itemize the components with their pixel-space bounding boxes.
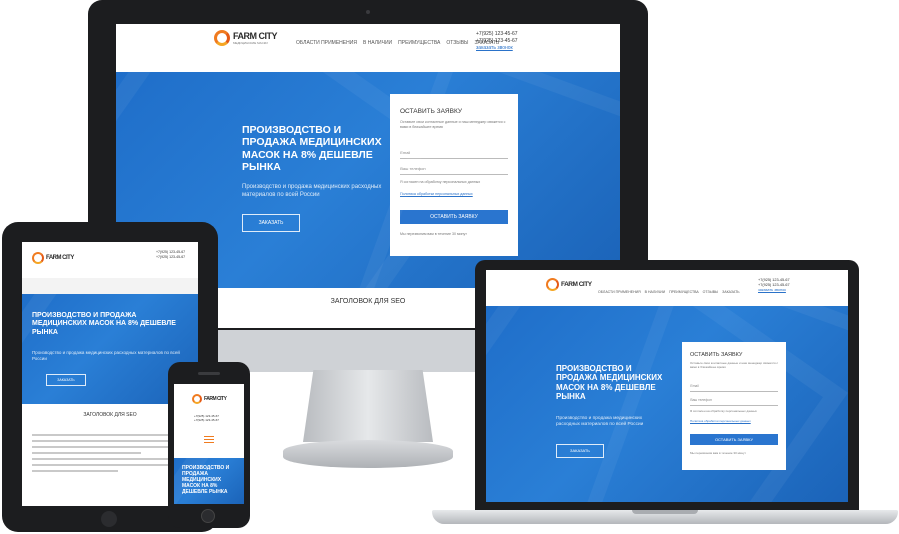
laptop-form-title: ОСТАВИТЬ ЗАЯВКУ bbox=[690, 352, 743, 358]
monitor-stand-neck bbox=[303, 370, 433, 442]
tablet-phones: +7(925) 123-45-67 +7(925) 123-45-67 bbox=[156, 250, 185, 259]
tablet-hero-subtitle: Производство и продажа медицинских расхо… bbox=[32, 350, 180, 361]
callback-link[interactable]: заказать звонок bbox=[476, 45, 518, 52]
laptop-nav-order[interactable]: ЗАКАЗАТЬ bbox=[722, 290, 739, 294]
policy-link[interactable]: Политика обработки персональных данных bbox=[400, 192, 508, 197]
tablet-hero-title: ПРОИЗВОДСТВО И ПРОДАЖА МЕДИЦИНСКИХ МАСОК… bbox=[32, 312, 176, 336]
phone-phone-2[interactable]: +7(925) 123-45-67 bbox=[194, 418, 219, 422]
phone-hero: ПРОИЗВОДСТВО И ПРОДАЖА МЕДИЦИНСКИХ МАСОК… bbox=[174, 458, 244, 504]
laptop-request-form: ОСТАВИТЬ ЗАЯВКУ Оставьте свои контактные… bbox=[682, 342, 786, 470]
phone-logo-text: FARM CITY bbox=[204, 396, 227, 402]
nav-item-reviews[interactable]: ОТЗЫВЫ bbox=[446, 40, 468, 46]
tablet-logo-text: FARM CITY bbox=[46, 255, 74, 261]
phone-phones: +7(925) 123-45-67 +7(925) 123-45-67 bbox=[194, 414, 219, 422]
tablet-logo-icon bbox=[32, 252, 44, 264]
tablet-hero-button[interactable]: ЗАКАЗАТЬ bbox=[46, 374, 86, 386]
logo-subtitle: МЕДИЦИНСКИЕ МАСКИ bbox=[233, 41, 268, 45]
phone-logo-icon bbox=[192, 394, 202, 404]
tablet-phone-2[interactable]: +7(925) 123-45-67 bbox=[156, 255, 185, 260]
tablet-text-block bbox=[32, 434, 188, 476]
hero-subtitle: Производство и продажа медицинских расхо… bbox=[242, 184, 382, 198]
tablet-header: FARM CITY +7(925) 123-45-67 +7(925) 123-… bbox=[22, 242, 198, 278]
laptop-form-intro: Оставьте свои контактные данные и наш ме… bbox=[690, 361, 779, 369]
tablet-nav-bar bbox=[22, 278, 198, 294]
laptop-form-submit-button[interactable]: ОСТАВИТЬ ЗАЯВКУ bbox=[690, 434, 778, 445]
hero-title: ПРОИЗВОДСТВО И ПРОДАЖА МЕДИЦИНСКИХ МАСОК… bbox=[242, 124, 382, 174]
laptop-form-note: Мы перезвоним вам в течение 30 минут bbox=[690, 451, 746, 455]
form-note: Мы перезвоним вам в течение 30 минут bbox=[400, 232, 467, 236]
logo[interactable]: FARM CITY МЕДИЦИНСКИЕ МАСКИ bbox=[214, 30, 278, 46]
phone-1[interactable]: +7(925) 123-45-67 bbox=[476, 31, 518, 38]
tablet-logo[interactable]: FARM CITY bbox=[32, 252, 74, 264]
logo-text: FARM CITY bbox=[233, 31, 278, 41]
laptop-nav-areas[interactable]: ОБЛАСТИ ПРИМЕНЕНИЯ bbox=[598, 290, 641, 294]
laptop-notch bbox=[632, 510, 698, 514]
monitor-stand-base bbox=[283, 440, 453, 468]
menu-icon[interactable] bbox=[204, 436, 214, 443]
main-nav: ОБЛАСТИ ПРИМЕНЕНИЯ В НАЛИЧИИ ПРЕИМУЩЕСТВ… bbox=[296, 40, 499, 46]
email-field[interactable]: Email bbox=[400, 150, 508, 159]
hero-order-button[interactable]: ЗАКАЗАТЬ bbox=[242, 214, 300, 232]
phone-2[interactable]: +7(925) 123-45-67 bbox=[476, 38, 518, 45]
logo-icon bbox=[214, 30, 230, 46]
phone-speaker bbox=[198, 372, 220, 375]
laptop-nav-advantages[interactable]: ПРЕИМУЩЕСТВА bbox=[669, 290, 699, 294]
monitor-camera bbox=[366, 10, 370, 14]
phone-screen: FARM CITY +7(925) 123-45-67 +7(925) 123-… bbox=[174, 384, 244, 504]
laptop-nav-reviews[interactable]: ОТЗЫВЫ bbox=[703, 290, 718, 294]
phone-home-button[interactable] bbox=[201, 509, 215, 523]
laptop-screen: FARM CITY ОБЛАСТИ ПРИМЕНЕНИЯ В НАЛИЧИИ П… bbox=[486, 270, 848, 502]
laptop-policy-link[interactable]: Политика обработки персональных данных bbox=[690, 419, 780, 424]
laptop-email-field[interactable]: Email bbox=[690, 384, 778, 392]
laptop-phones: +7(925) 123-45-67 +7(925) 123-45-67 зака… bbox=[758, 278, 790, 293]
phone-field[interactable]: Ваш телефон bbox=[400, 166, 508, 175]
form-title: ОСТАВИТЬ ЗАЯВКУ bbox=[400, 108, 462, 115]
site-header: FARM CITY МЕДИЦИНСКИЕ МАСКИ ОБЛАСТИ ПРИМ… bbox=[116, 24, 620, 72]
laptop-hero-button[interactable]: ЗАКАЗАТЬ bbox=[556, 444, 604, 458]
phone-logo[interactable]: FARM CITY bbox=[192, 394, 227, 404]
laptop-header: FARM CITY ОБЛАСТИ ПРИМЕНЕНИЯ В НАЛИЧИИ П… bbox=[486, 270, 848, 306]
laptop-logo[interactable]: FARM CITY bbox=[546, 278, 592, 291]
nav-item-stock[interactable]: В НАЛИЧИИ bbox=[363, 40, 392, 46]
tablet-home-button[interactable] bbox=[101, 511, 117, 527]
laptop-hero: ПРОИЗВОДСТВО И ПРОДАЖА МЕДИЦИНСКИХ МАСОК… bbox=[486, 306, 848, 502]
laptop-nav: ОБЛАСТИ ПРИМЕНЕНИЯ В НАЛИЧИИ ПРЕИМУЩЕСТВ… bbox=[598, 290, 740, 294]
header-phones: +7(925) 123-45-67 +7(925) 123-45-67 зака… bbox=[476, 31, 518, 51]
nav-item-areas[interactable]: ОБЛАСТИ ПРИМЕНЕНИЯ bbox=[296, 40, 357, 46]
form-submit-button[interactable]: ОСТАВИТЬ ЗАЯВКУ bbox=[400, 210, 508, 224]
form-intro: Оставьте свои контактные данные и наш ме… bbox=[400, 120, 506, 129]
laptop-phone-field[interactable]: Ваш телефон bbox=[690, 398, 778, 406]
laptop-logo-text: FARM CITY bbox=[561, 281, 592, 288]
laptop-nav-stock[interactable]: В НАЛИЧИИ bbox=[645, 290, 665, 294]
phone-hero-title: ПРОИЗВОДСТВО И ПРОДАЖА МЕДИЦИНСКИХ МАСОК… bbox=[182, 465, 230, 495]
laptop-logo-icon bbox=[546, 278, 559, 291]
nav-item-advantages[interactable]: ПРЕИМУЩЕСТВА bbox=[398, 40, 440, 46]
laptop-hero-subtitle: Производство и продажа медицинских расхо… bbox=[556, 416, 644, 428]
laptop-consent-checkbox[interactable]: Я согласен на обработку персональных дан… bbox=[690, 409, 780, 414]
laptop-hero-title: ПРОИЗВОДСТВО И ПРОДАЖА МЕДИЦИНСКИХ МАСОК… bbox=[556, 364, 663, 402]
consent-checkbox[interactable]: Я согласен на обработку персональных дан… bbox=[400, 180, 508, 185]
request-form: ОСТАВИТЬ ЗАЯВКУ Оставьте свои контактные… bbox=[390, 94, 518, 256]
laptop-callback-link[interactable]: заказать звонок bbox=[758, 288, 790, 293]
